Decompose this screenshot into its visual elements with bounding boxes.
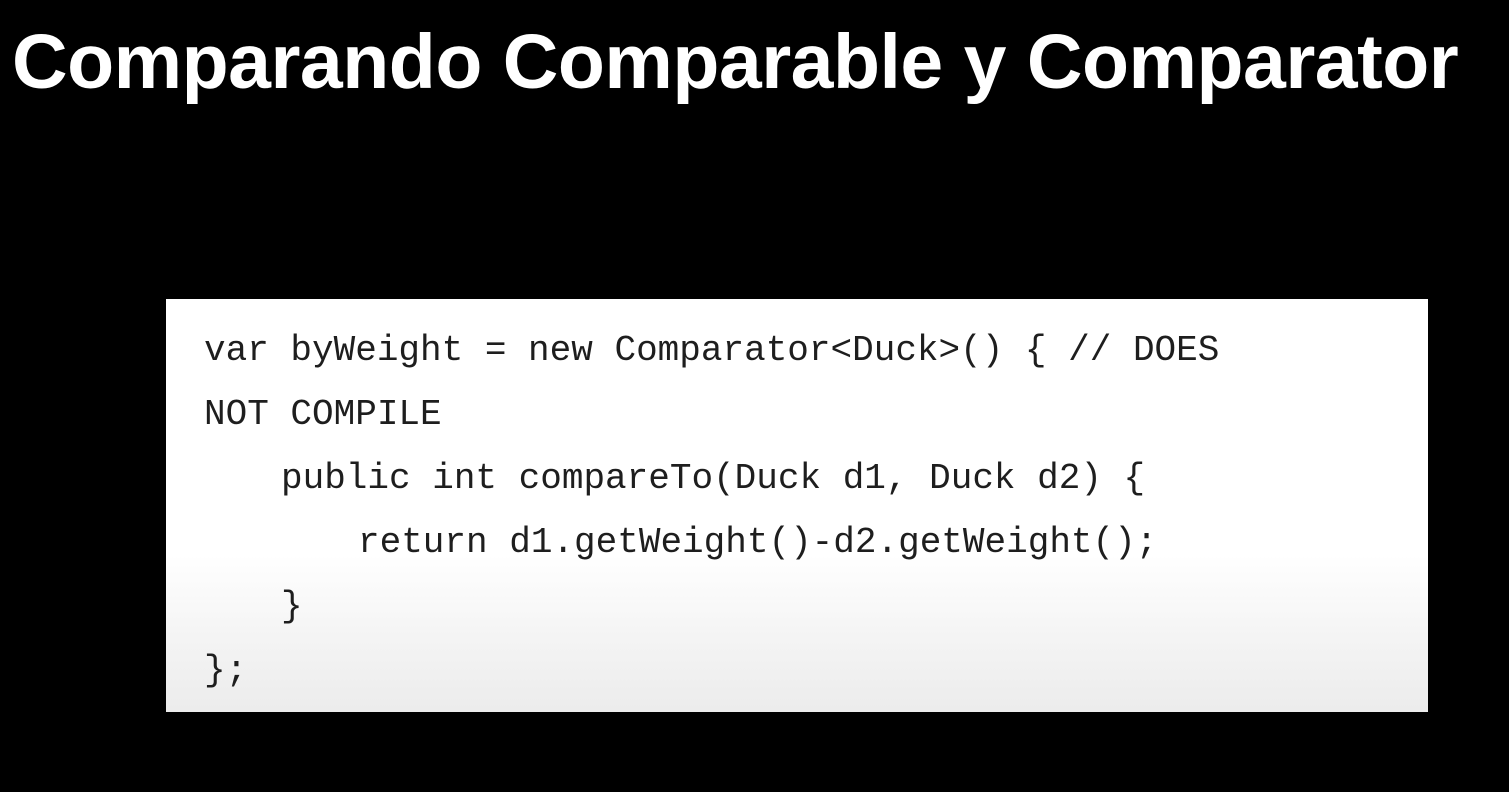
- code-line-3: public int compareTo(Duck d1, Duck d2) {: [281, 458, 1146, 499]
- code-snippet-box: var byWeight = new Comparator<Duck>() { …: [166, 299, 1428, 712]
- code-line-1: var byWeight = new Comparator<Duck>() { …: [204, 330, 1220, 371]
- code-line-6: };: [204, 650, 248, 691]
- code-lines: var byWeight = new Comparator<Duck>() { …: [204, 319, 1219, 703]
- code-line-2: NOT COMPILE: [204, 394, 442, 435]
- code-line-4: return d1.getWeight()-d2.getWeight();: [358, 522, 1158, 563]
- slide: Comparando Comparable y Comparator var b…: [0, 0, 1509, 792]
- code-line-5: }: [281, 586, 303, 627]
- slide-title: Comparando Comparable y Comparator: [12, 19, 1459, 105]
